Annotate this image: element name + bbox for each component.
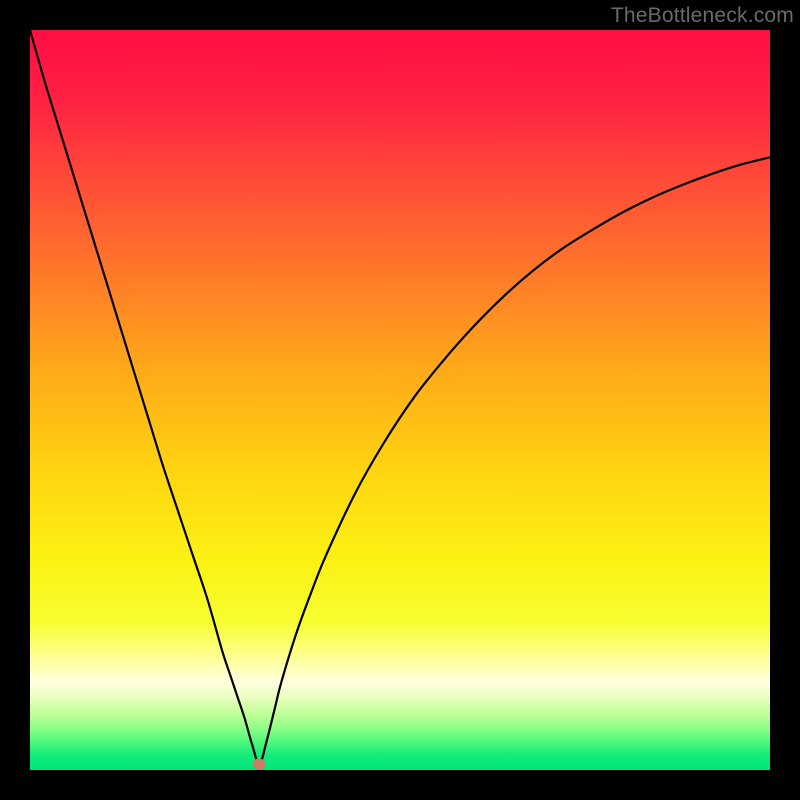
plot-area — [30, 30, 770, 770]
watermark-text: TheBottleneck.com — [611, 4, 794, 28]
bottleneck-curve — [30, 30, 770, 770]
optimal-point-marker — [253, 759, 266, 770]
chart-frame: TheBottleneck.com — [0, 0, 800, 800]
